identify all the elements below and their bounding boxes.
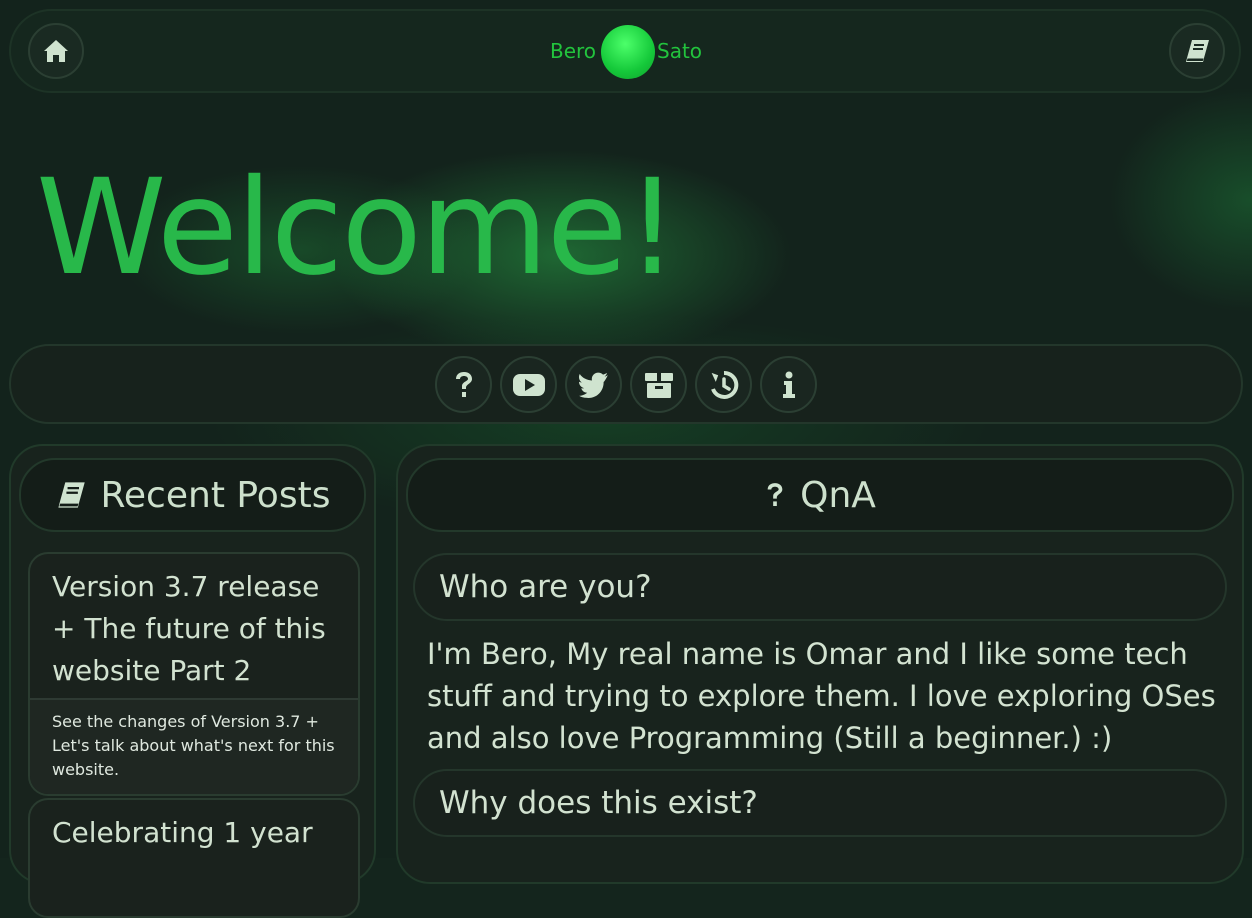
book-icon bbox=[1183, 38, 1211, 64]
question-icon bbox=[764, 480, 786, 510]
twitter-icon bbox=[578, 372, 609, 398]
social-icon-bar bbox=[9, 344, 1243, 424]
info-button[interactable] bbox=[760, 356, 817, 413]
post-title: Celebrating 1 year bbox=[52, 816, 313, 849]
qna-panel: QnA Who are you? I'm Bero, My real name … bbox=[396, 444, 1244, 884]
qna-question[interactable]: Why does this exist? bbox=[413, 769, 1227, 837]
post-card[interactable]: Version 3.7 release + The future of this… bbox=[28, 552, 360, 796]
book-icon bbox=[55, 480, 87, 510]
youtube-icon bbox=[512, 373, 546, 397]
projects-button[interactable] bbox=[630, 356, 687, 413]
site-logo[interactable]: Bero Sato bbox=[550, 25, 710, 81]
post-description: See the changes of Version 3.7 + Let's t… bbox=[30, 698, 358, 794]
welcome-title: Welcome! bbox=[36, 151, 679, 305]
changelog-button[interactable] bbox=[695, 356, 752, 413]
home-button[interactable] bbox=[28, 23, 84, 79]
post-title: Version 3.7 release + The future of this… bbox=[52, 570, 326, 687]
post-card[interactable]: Celebrating 1 year bbox=[28, 798, 360, 918]
recent-posts-title: Recent Posts bbox=[100, 474, 331, 516]
question-icon bbox=[452, 370, 476, 400]
qna-link-button[interactable] bbox=[435, 356, 492, 413]
twitter-button[interactable] bbox=[565, 356, 622, 413]
home-icon bbox=[42, 38, 70, 64]
recent-posts-header: Recent Posts bbox=[19, 458, 366, 532]
history-icon bbox=[709, 370, 739, 400]
qna-header: QnA bbox=[406, 458, 1234, 532]
top-navbar: Bero Sato bbox=[9, 9, 1241, 93]
qna-question[interactable]: Who are you? bbox=[413, 553, 1227, 621]
logo-text-left: Bero bbox=[550, 39, 597, 63]
qna-answer: I'm Bero, My real name is Omar and I lik… bbox=[427, 637, 1216, 755]
blog-button[interactable] bbox=[1169, 23, 1225, 79]
logo-text-right: Sato bbox=[657, 39, 703, 63]
recent-posts-panel: Recent Posts Version 3.7 release + The f… bbox=[9, 444, 376, 918]
qna-title: QnA bbox=[800, 474, 876, 516]
info-icon bbox=[782, 371, 796, 399]
logo-ball bbox=[601, 25, 655, 79]
youtube-button[interactable] bbox=[500, 356, 557, 413]
box-icon bbox=[644, 371, 674, 399]
